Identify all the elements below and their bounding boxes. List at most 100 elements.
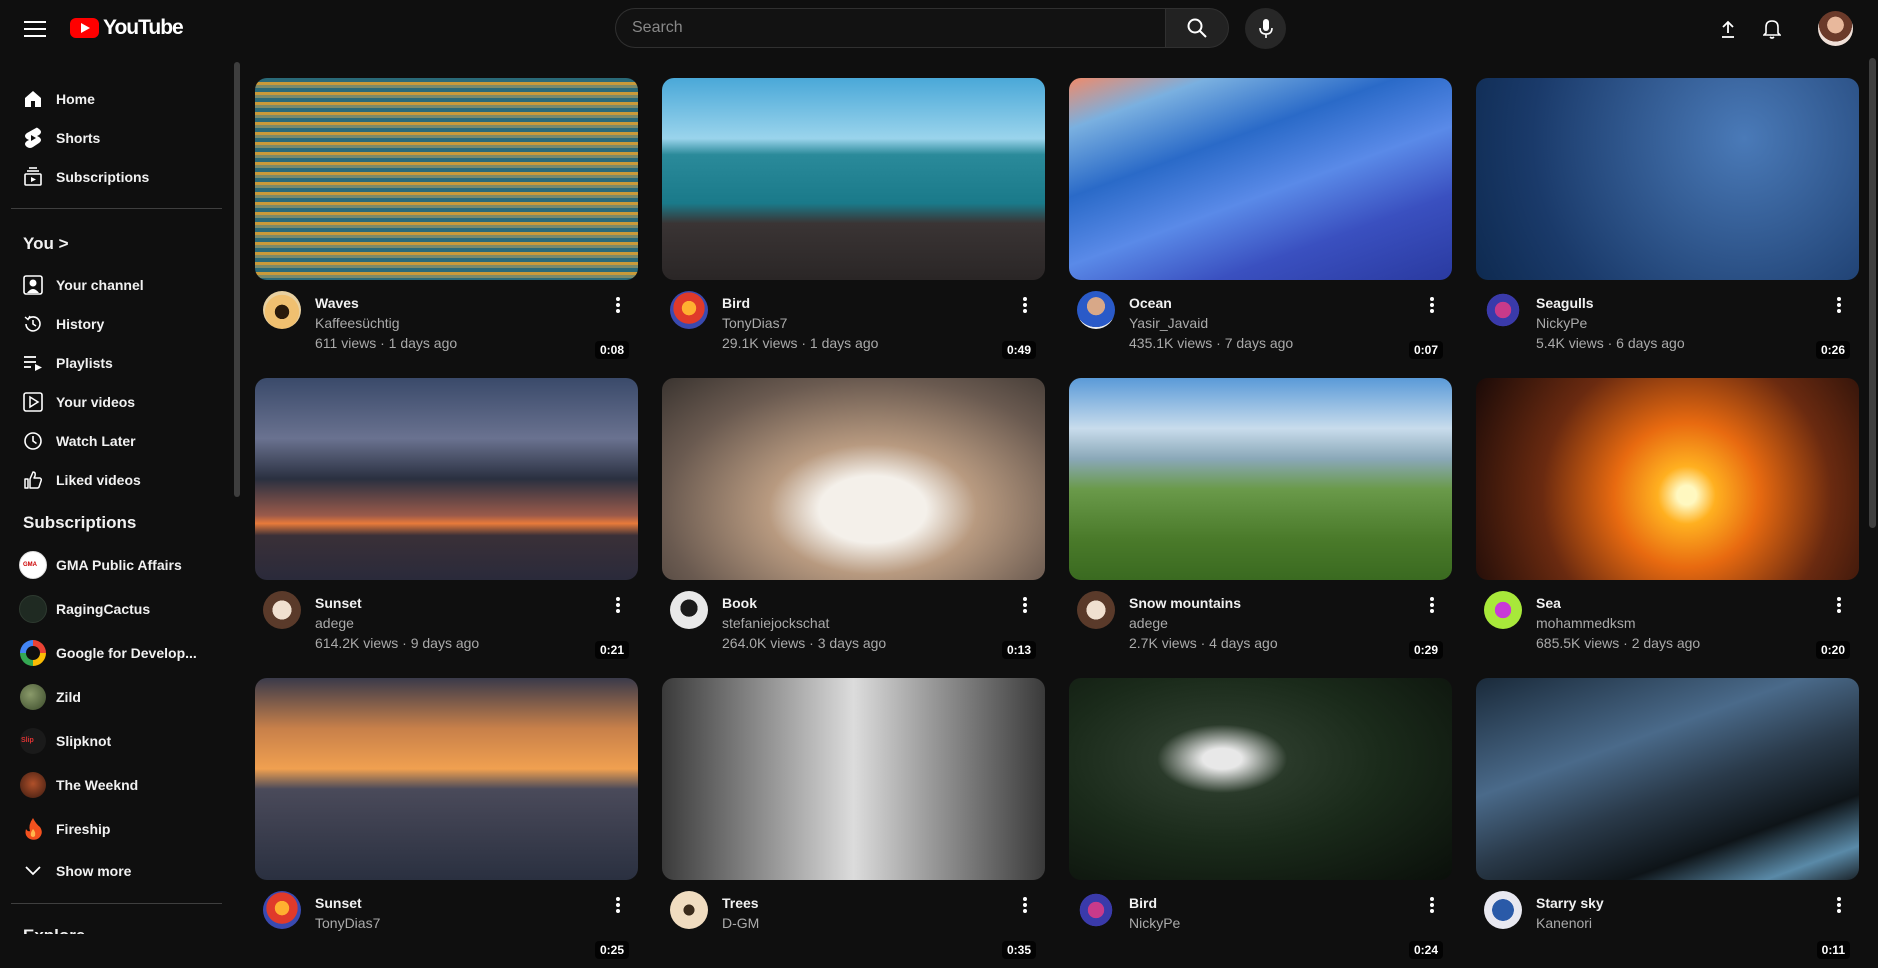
- sidebar-sub-slipknot[interactable]: Slip Slipknot: [10, 722, 220, 760]
- channel-name[interactable]: stefaniejockschat: [722, 615, 829, 631]
- account-avatar[interactable]: [1818, 11, 1853, 46]
- video-thumbnail[interactable]: [255, 378, 638, 580]
- video-title[interactable]: Snow mountains: [1129, 595, 1241, 611]
- sidebar-item-watch-later[interactable]: Watch Later: [10, 422, 220, 460]
- video-title[interactable]: Seagulls: [1536, 295, 1594, 311]
- sidebar-sub-ragingcactus[interactable]: RagingCactus: [10, 590, 220, 628]
- video-thumbnail[interactable]: [1476, 378, 1859, 580]
- search-button[interactable]: [1165, 8, 1229, 48]
- video-title[interactable]: Ocean: [1129, 295, 1172, 311]
- sidebar-sub-google-for-developers[interactable]: Google for Develop...: [10, 634, 220, 672]
- more-options-icon[interactable]: [1829, 293, 1849, 317]
- channel-name[interactable]: adege: [315, 615, 354, 631]
- channel-name[interactable]: Yasir_Javaid: [1129, 315, 1208, 331]
- sidebar-sub-zild[interactable]: Zild: [10, 678, 220, 716]
- video-card[interactable]: 0:49 Bird TonyDias7 29.1K views · 1 days…: [662, 78, 1045, 368]
- video-title[interactable]: Starry sky: [1536, 895, 1604, 911]
- video-thumbnail[interactable]: [662, 78, 1045, 280]
- channel-avatar[interactable]: [263, 591, 301, 629]
- channel-name[interactable]: TonyDias7: [315, 915, 380, 931]
- video-card[interactable]: 0:24 Bird NickyPe: [1069, 678, 1452, 968]
- video-thumbnail[interactable]: [1476, 678, 1859, 880]
- more-options-icon[interactable]: [1829, 893, 1849, 917]
- channel-avatar[interactable]: [670, 591, 708, 629]
- upload-button[interactable]: [1711, 12, 1745, 46]
- you-section-heading[interactable]: You >: [23, 234, 69, 254]
- video-title[interactable]: Bird: [1129, 895, 1157, 911]
- video-card[interactable]: 0:11 Starry sky Kanenori: [1476, 678, 1859, 968]
- video-card[interactable]: 0:20 Sea mohammedksm 685.5K views · 2 da…: [1476, 378, 1859, 668]
- video-card[interactable]: 0:13 Book stefaniejockschat 264.0K views…: [662, 378, 1045, 668]
- channel-name[interactable]: mohammedksm: [1536, 615, 1636, 631]
- sidebar-item-your-videos[interactable]: Your videos: [10, 383, 220, 421]
- channel-avatar[interactable]: [1484, 891, 1522, 929]
- more-options-icon[interactable]: [608, 293, 628, 317]
- more-options-icon[interactable]: [1422, 893, 1442, 917]
- channel-name[interactable]: NickyPe: [1129, 915, 1180, 931]
- video-title[interactable]: Sea: [1536, 595, 1561, 611]
- more-options-icon[interactable]: [1015, 593, 1035, 617]
- more-options-icon[interactable]: [608, 593, 628, 617]
- sidebar-item-history[interactable]: History: [10, 305, 220, 343]
- more-options-icon[interactable]: [1422, 593, 1442, 617]
- channel-avatar[interactable]: [1077, 891, 1115, 929]
- video-card[interactable]: 0:26 Seagulls NickyPe 5.4K views · 6 day…: [1476, 78, 1859, 368]
- channel-name[interactable]: Kanenori: [1536, 915, 1592, 931]
- video-card[interactable]: 0:29 Snow mountains adege 2.7K views · 4…: [1069, 378, 1452, 668]
- video-card[interactable]: 0:25 Sunset TonyDias7: [255, 678, 638, 968]
- channel-avatar[interactable]: [263, 291, 301, 329]
- more-options-icon[interactable]: [1422, 293, 1442, 317]
- video-thumbnail[interactable]: [662, 678, 1045, 880]
- video-card[interactable]: 0:35 Trees D-GM: [662, 678, 1045, 968]
- voice-search-button[interactable]: [1245, 8, 1286, 49]
- sidebar-item-subscriptions[interactable]: Subscriptions: [10, 158, 220, 196]
- sidebar-sub-the-weeknd[interactable]: The Weeknd: [10, 766, 220, 804]
- menu-icon[interactable]: [18, 12, 52, 46]
- video-thumbnail[interactable]: [255, 78, 638, 280]
- video-thumbnail[interactable]: [255, 678, 638, 880]
- video-card[interactable]: 0:21 Sunset adege 614.2K views · 9 days …: [255, 378, 638, 668]
- show-more-button[interactable]: Show more: [10, 852, 220, 890]
- sidebar-item-shorts[interactable]: Shorts: [10, 119, 220, 157]
- video-title[interactable]: Sunset: [315, 895, 362, 911]
- more-options-icon[interactable]: [1015, 293, 1035, 317]
- channel-name[interactable]: D-GM: [722, 915, 759, 931]
- sidebar-sub-fireship[interactable]: Fireship: [10, 810, 220, 848]
- channel-avatar[interactable]: [670, 891, 708, 929]
- channel-avatar[interactable]: [1484, 291, 1522, 329]
- channel-name[interactable]: NickyPe: [1536, 315, 1587, 331]
- channel-name[interactable]: adege: [1129, 615, 1168, 631]
- video-thumbnail[interactable]: [1069, 78, 1452, 280]
- notifications-button[interactable]: [1755, 12, 1789, 46]
- channel-avatar[interactable]: [670, 291, 708, 329]
- video-title[interactable]: Waves: [315, 295, 359, 311]
- channel-name[interactable]: TonyDias7: [722, 315, 787, 331]
- channel-name[interactable]: Kaffeesüchtig: [315, 315, 400, 331]
- more-options-icon[interactable]: [1829, 593, 1849, 617]
- sidebar-scrollbar[interactable]: [234, 62, 240, 497]
- sidebar-item-home[interactable]: Home: [10, 80, 220, 118]
- channel-avatar[interactable]: [1077, 291, 1115, 329]
- video-title[interactable]: Bird: [722, 295, 750, 311]
- video-title[interactable]: Sunset: [315, 595, 362, 611]
- video-card[interactable]: 0:08 Waves Kaffeesüchtig 611 views · 1 d…: [255, 78, 638, 368]
- video-card[interactable]: 0:07 Ocean Yasir_Javaid 435.1K views · 7…: [1069, 78, 1452, 368]
- channel-avatar[interactable]: [1484, 591, 1522, 629]
- channel-avatar[interactable]: [263, 891, 301, 929]
- page-scrollbar[interactable]: [1869, 58, 1876, 528]
- sidebar-item-your-channel[interactable]: Your channel: [10, 266, 220, 304]
- video-thumbnail[interactable]: [662, 378, 1045, 580]
- youtube-logo[interactable]: YouTube: [70, 16, 184, 40]
- video-title[interactable]: Book: [722, 595, 757, 611]
- more-options-icon[interactable]: [608, 893, 628, 917]
- search-input[interactable]: [615, 8, 1165, 48]
- more-options-icon[interactable]: [1015, 893, 1035, 917]
- sidebar-item-playlists[interactable]: Playlists: [10, 344, 220, 382]
- channel-avatar[interactable]: [1077, 591, 1115, 629]
- video-thumbnail[interactable]: [1069, 378, 1452, 580]
- video-title[interactable]: Trees: [722, 895, 759, 911]
- video-thumbnail[interactable]: [1069, 678, 1452, 880]
- video-thumbnail[interactable]: [1476, 78, 1859, 280]
- sidebar-sub-gma-public-affairs[interactable]: GMA GMA Public Affairs: [10, 546, 220, 584]
- sidebar-item-liked-videos[interactable]: Liked videos: [10, 461, 220, 499]
